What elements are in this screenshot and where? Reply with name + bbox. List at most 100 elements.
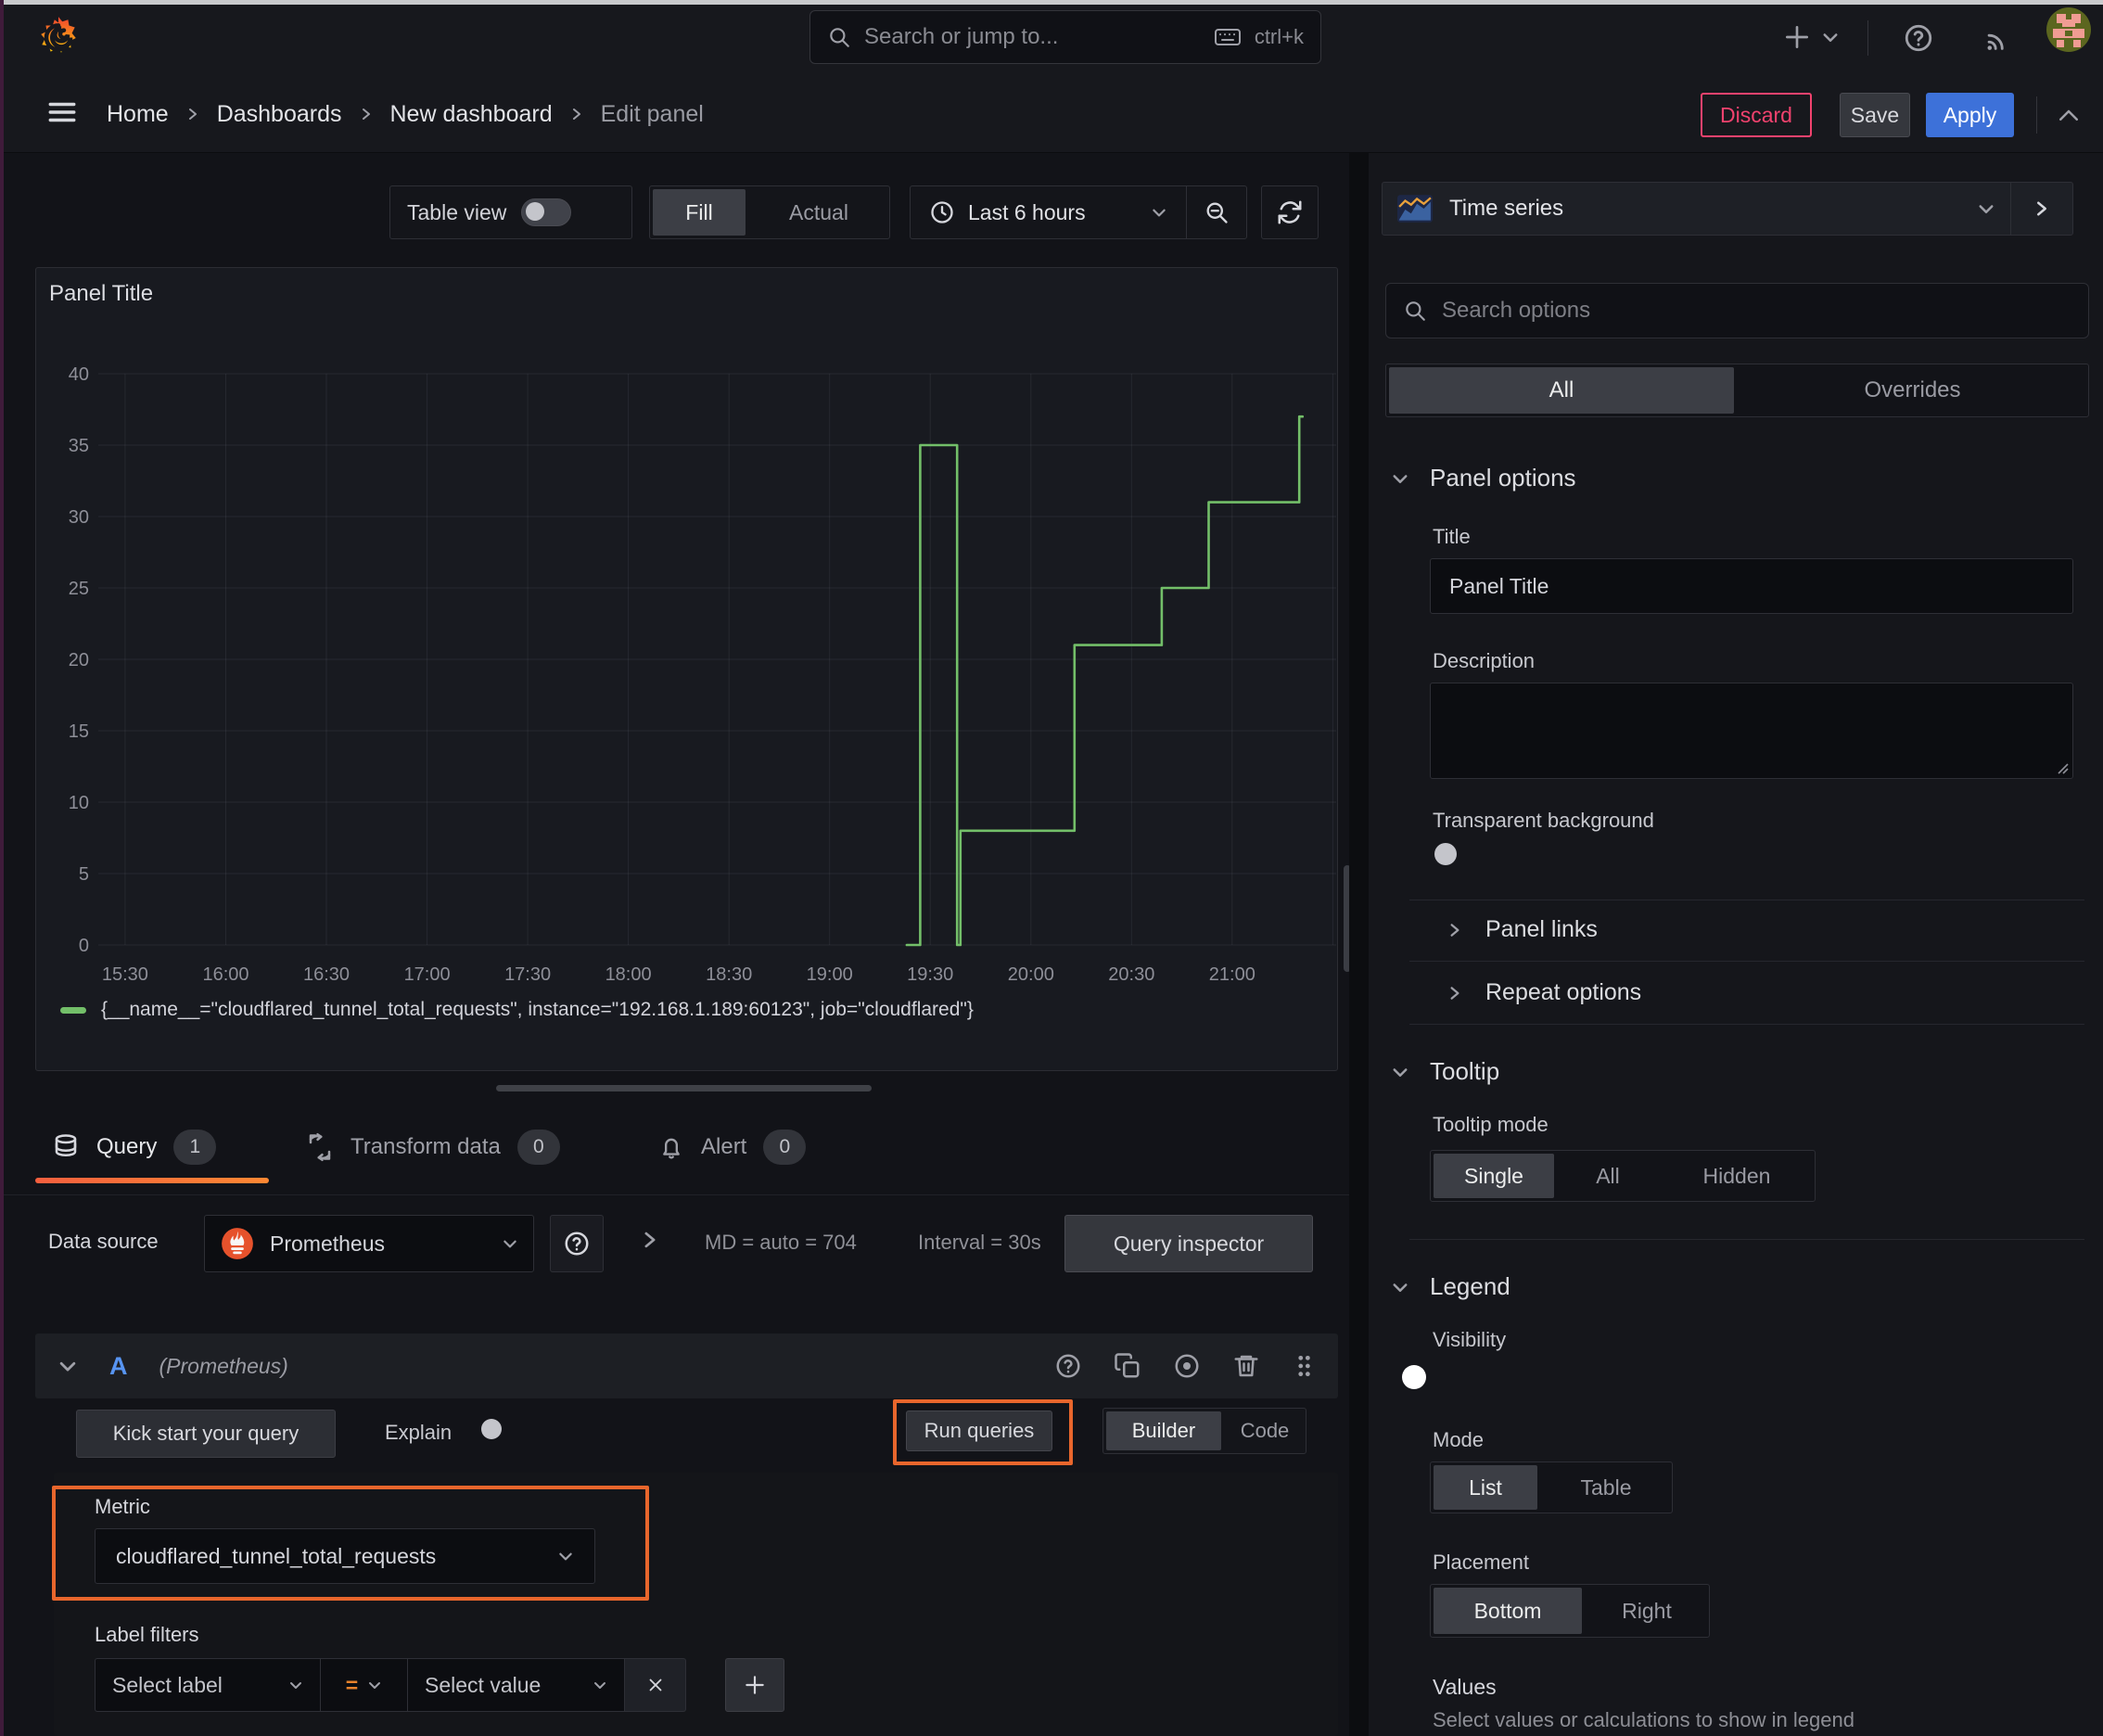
chevron-down-icon [1977,199,1995,218]
chevron-down-icon [1391,1063,1409,1081]
clock-icon [929,199,955,225]
metric-select[interactable]: cloudflared_tunnel_total_requests [95,1528,595,1584]
global-search[interactable]: Search or jump to... ctrl+k [809,10,1321,64]
chevron-down-icon [367,1678,382,1692]
news-rss-button[interactable] [1982,22,2014,54]
search-icon [827,25,851,49]
chevron-down-icon[interactable] [57,1356,78,1376]
legend-mode-table[interactable]: Table [1543,1465,1669,1510]
timeseries-viz-icon [1397,195,1433,223]
help-button[interactable] [1903,22,1934,54]
screen-top-edge [0,0,2103,5]
select-value-dropdown[interactable]: Select value [408,1658,625,1712]
tooltip-hidden-option[interactable]: Hidden [1662,1154,1812,1198]
keyboard-icon [1214,26,1242,48]
legend-series-label[interactable]: {__name__="cloudflared_tunnel_total_requ… [101,999,974,1021]
collapse-stats-chevron[interactable] [640,1230,660,1250]
legend-mode-list[interactable]: List [1434,1465,1537,1510]
legend-placement-right[interactable]: Right [1587,1588,1706,1634]
breadcrumb-home[interactable]: Home [107,101,169,128]
tab-alert[interactable]: Alert 0 [658,1130,807,1165]
builder-option[interactable]: Builder [1106,1411,1221,1450]
table-view-control: Table view [389,185,632,239]
menu-icon[interactable] [45,96,80,128]
datasource-help-button[interactable] [550,1215,604,1272]
tab-all[interactable]: All [1389,367,1734,414]
time-range-picker[interactable]: Last 6 hours [910,185,1247,239]
fill-option[interactable]: Fill [653,189,746,236]
panel-title-input[interactable] [1430,558,2073,614]
select-label-dropdown[interactable]: Select label [95,1658,321,1712]
query-stats-interval: Interval = 30s [918,1231,1041,1254]
section-repeat-options-label: Repeat options [1485,979,1642,1005]
tab-overrides[interactable]: Overrides [1740,367,2085,414]
tab-transform[interactable]: Transform data 0 [306,1130,560,1165]
section-panel-options[interactable]: Panel options [1391,464,1576,492]
options-search[interactable]: Search options [1385,283,2089,338]
svg-text:10: 10 [69,793,89,813]
svg-text:20:00: 20:00 [1008,964,1054,985]
tooltip-all-option[interactable]: All [1560,1154,1656,1198]
panel: Panel Title 0 5 10 15 20 25 30 35 40 15:30 16:00 16… [35,267,1338,1071]
legend-placement-bottom[interactable]: Bottom [1434,1588,1582,1634]
collapse-up-button[interactable] [2055,102,2083,130]
tooltip-mode-label: Tooltip mode [1433,1113,1549,1136]
panel-description-textarea[interactable] [1430,683,2073,779]
drag-handle-icon[interactable] [1292,1351,1316,1381]
legend-placement-label: Placement [1433,1551,1529,1574]
chevron-right-icon [185,107,200,121]
new-menu-button[interactable] [1782,22,1840,52]
discard-button[interactable]: Discard [1701,93,1812,137]
section-legend[interactable]: Legend [1391,1272,1510,1301]
zoom-out-button[interactable] [1187,186,1246,238]
datasource-label: Data source [48,1230,159,1253]
viz-expand-button[interactable] [2011,183,2072,235]
query-help-icon[interactable] [1054,1352,1082,1380]
svg-text:18:30: 18:30 [706,964,752,985]
chevron-down-icon [1821,28,1840,46]
legend-values-hint: Select values or calculations to show in… [1433,1708,1854,1731]
code-option[interactable]: Code [1227,1411,1303,1450]
tooltip-single-option[interactable]: Single [1434,1154,1554,1198]
section-tooltip[interactable]: Tooltip [1391,1057,1499,1086]
grafana-logo[interactable] [35,11,82,65]
resize-drag-handle[interactable] [496,1085,872,1091]
apply-button[interactable]: Apply [1926,93,2014,137]
datasource-picker[interactable]: Prometheus [204,1215,534,1272]
avatar[interactable] [2046,6,2092,53]
legend-placement-switch: Bottom Right [1430,1584,1710,1638]
chart-legend[interactable]: {__name__="cloudflared_tunnel_total_requ… [60,999,974,1021]
disable-query-icon[interactable] [1173,1352,1201,1380]
tab-alert-count: 0 [763,1130,807,1165]
legend-visibility-label: Visibility [1433,1328,1507,1351]
trash-icon[interactable] [1232,1352,1260,1380]
section-panel-links[interactable]: Panel links [1447,916,1598,943]
time-series-chart[interactable]: 0 5 10 15 20 25 30 35 40 15:30 16:00 16:30 17:00 17:3… [36,268,1337,1070]
svg-text:17:30: 17:30 [504,964,551,985]
query-inspector-button[interactable]: Query inspector [1064,1215,1313,1272]
svg-text:25: 25 [69,579,89,599]
duplicate-query-icon[interactable] [1114,1352,1141,1380]
tab-query[interactable]: Query 1 [52,1130,217,1165]
breadcrumb-new-dashboard[interactable]: New dashboard [390,101,553,128]
remove-filter-button[interactable] [625,1658,686,1712]
legend-series-swatch [60,1006,86,1014]
actual-option[interactable]: Actual [751,189,886,236]
refresh-button[interactable] [1261,185,1319,239]
operator-dropdown[interactable]: = [321,1658,408,1712]
kick-start-query-button[interactable]: Kick start your query [76,1410,336,1458]
query-stats-md: MD = auto = 704 [705,1231,857,1254]
chevron-right-icon [359,107,374,121]
viz-picker[interactable]: Time series [1382,182,2073,236]
run-queries-button[interactable]: Run queries [906,1410,1052,1451]
svg-text:16:00: 16:00 [202,964,249,985]
table-view-toggle[interactable] [521,198,572,226]
breadcrumb-dashboards[interactable]: Dashboards [217,101,342,128]
chevron-down-icon [502,1235,518,1252]
section-repeat-options[interactable]: Repeat options [1447,979,1641,1006]
add-filter-button[interactable] [725,1658,784,1712]
save-button[interactable]: Save [1840,93,1910,137]
resize-corner-icon [2058,763,2069,774]
query-row-header[interactable]: A (Prometheus) [35,1334,1338,1398]
svg-text:18:00: 18:00 [605,964,652,985]
